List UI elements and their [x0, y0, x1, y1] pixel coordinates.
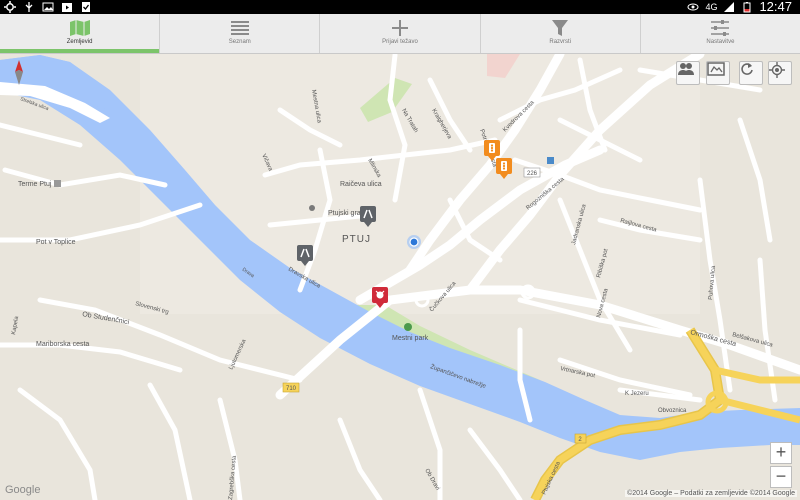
poi-dot	[309, 205, 315, 211]
map-attribution: ©2014 Google – Podatki za zemljevide ©20…	[625, 490, 797, 497]
tab-label: Razvrsti	[549, 39, 572, 45]
filter-icon	[550, 18, 570, 38]
road-shield: 710	[286, 386, 297, 392]
refresh-button[interactable]	[739, 61, 763, 85]
zoom-out-button[interactable]: −	[770, 466, 792, 488]
signal-icon	[724, 2, 735, 12]
tab-settings[interactable]: Nastavitve	[641, 14, 800, 53]
list-icon	[229, 18, 251, 38]
map-view[interactable]: 710 226 2 Ptujski grad PTUJ Terme Ptuj P…	[0, 54, 800, 500]
tab-list[interactable]: Seznam	[160, 14, 321, 53]
tab-label: Seznam	[228, 39, 251, 45]
map-canvas[interactable]: 710 226 2 Ptujski grad PTUJ Terme Ptuj P…	[0, 54, 800, 500]
map-icon	[69, 18, 91, 38]
clock: 12:47	[759, 0, 792, 14]
task-icon	[82, 2, 90, 12]
city-label: PTUJ	[342, 234, 371, 245]
bus-stop-icon	[547, 157, 554, 164]
network-type: 4G	[705, 2, 718, 12]
street-label: K Jezeru	[625, 391, 649, 397]
tab-label: Prijavi težavo	[382, 39, 418, 45]
street-label: Mariborska cesta	[36, 341, 89, 348]
usb-icon	[25, 2, 33, 12]
tab-label: Zemljevid	[66, 39, 93, 45]
road-shield: 226	[527, 171, 538, 177]
street-label: Pot v Toplice	[36, 239, 76, 246]
status-bar: 4G 12:47	[0, 0, 800, 14]
battery-icon	[743, 2, 751, 13]
poi-label: Ptujski grad	[328, 210, 365, 217]
eye-icon	[687, 3, 699, 11]
tab-bar: Zemljevid Seznam Prijavi težavo Razvrsti…	[0, 14, 800, 54]
street-label: Obvoznica	[658, 408, 687, 414]
tab-map[interactable]: Zemljevid	[0, 14, 161, 53]
image-icon	[42, 2, 54, 12]
play-store-icon	[62, 3, 72, 12]
sliders-icon	[709, 18, 731, 38]
poi-label: Terme Ptuj	[18, 181, 52, 188]
park-icon	[404, 323, 412, 331]
poi-icon	[54, 180, 61, 187]
google-logo: Google	[5, 484, 41, 496]
refresh-icon	[741, 63, 753, 75]
zoom-in-button[interactable]: +	[770, 442, 792, 464]
location-icon	[769, 62, 785, 78]
people-layer-button[interactable]	[676, 61, 700, 85]
street-label: Raičeva ulica	[340, 181, 382, 188]
my-location-button[interactable]	[768, 61, 792, 85]
map-type-button[interactable]	[706, 61, 730, 85]
tab-sort[interactable]: Razvrsti	[481, 14, 641, 53]
people-icon	[678, 63, 694, 75]
settings-icon	[4, 1, 16, 13]
plus-icon	[390, 18, 410, 38]
tab-label: Nastavitve	[706, 39, 735, 45]
tab-report-problem[interactable]: Prijavi težavo	[320, 14, 481, 53]
map-layers-icon	[707, 62, 725, 76]
my-location-dot	[407, 235, 421, 249]
poi-label: Mestni park	[392, 335, 429, 342]
